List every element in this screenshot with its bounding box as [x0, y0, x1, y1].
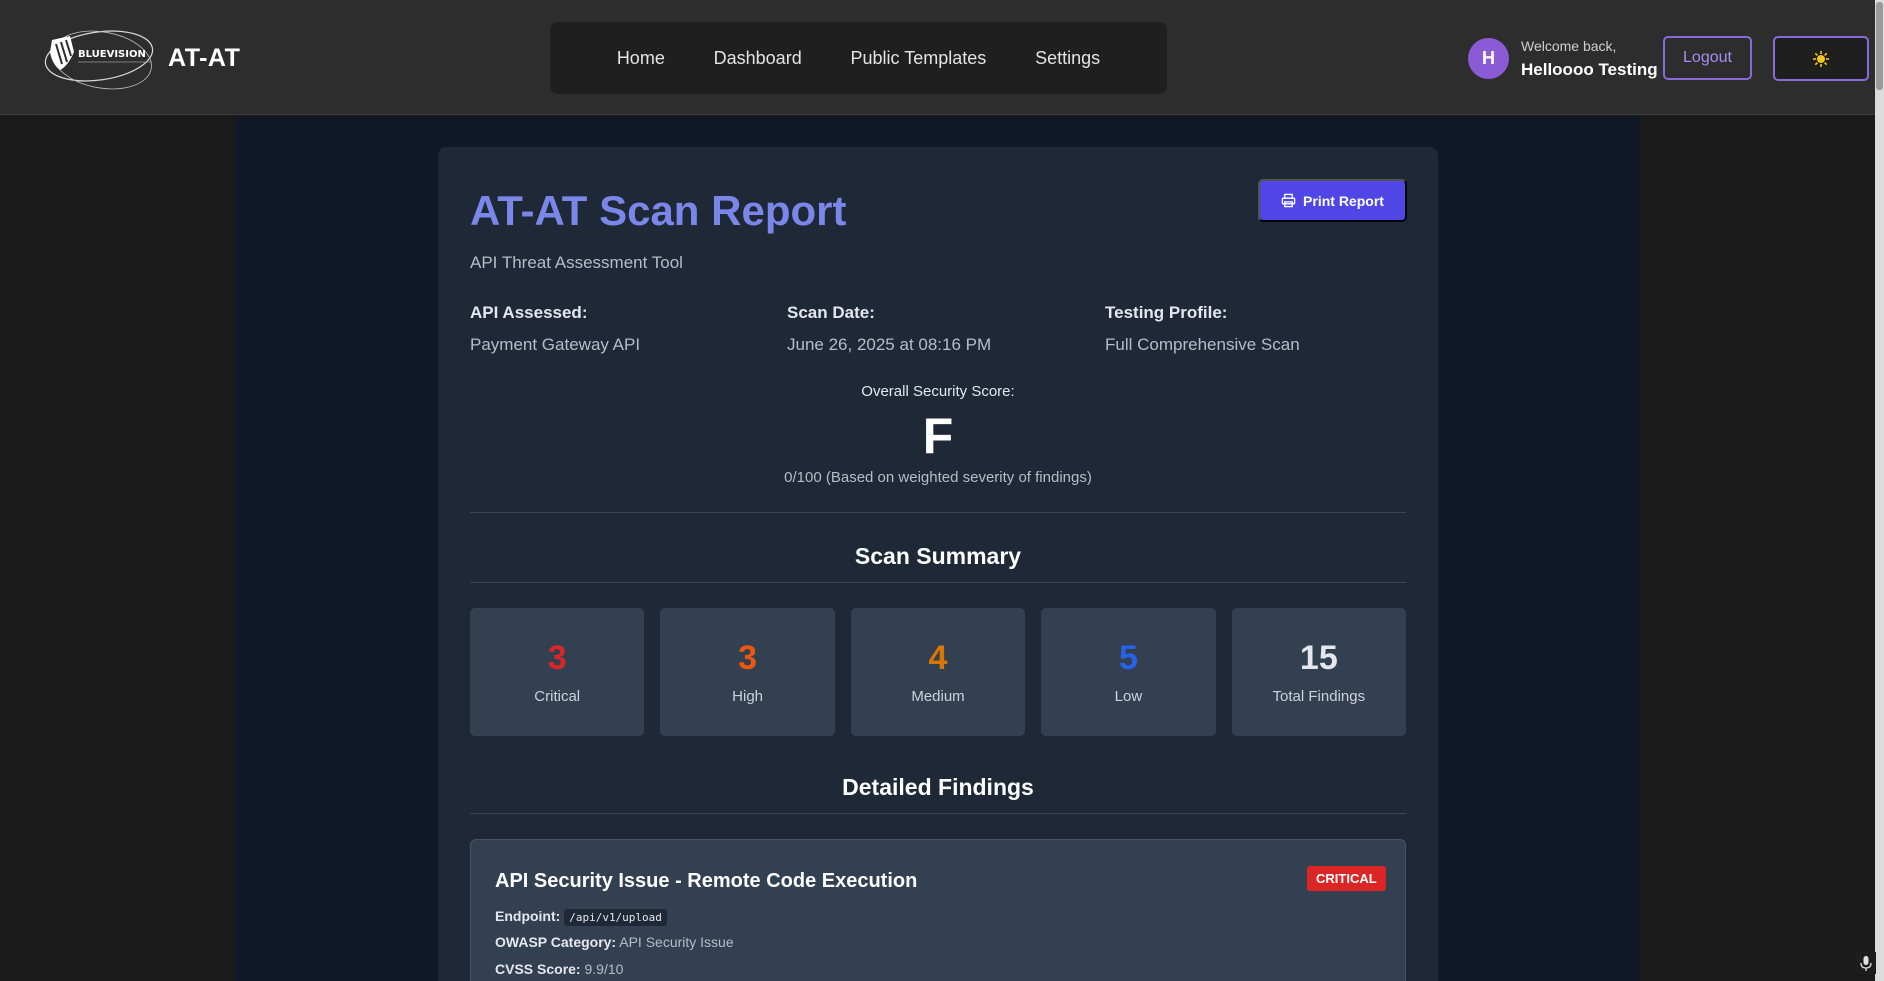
finding-card[interactable]: API Security Issue - Remote Code Executi… — [470, 839, 1406, 981]
microphone-icon[interactable] — [1856, 952, 1876, 974]
user-avatar[interactable]: H — [1468, 38, 1509, 79]
svg-text:BLUEVISION: BLUEVISION — [78, 49, 146, 60]
scan-summary-title: Scan Summary — [854, 543, 1022, 569]
finding-cvss-row: CVSS Score: 9.9/10 — [495, 961, 623, 977]
theme-toggle-button[interactable] — [1773, 36, 1869, 81]
scrollbar-thumb[interactable] — [1876, 2, 1883, 90]
cvss-label: CVSS Score: — [495, 961, 581, 977]
meta-testing-profile: Testing Profile: Full Comprehensive Scan — [1105, 303, 1405, 355]
summary-card-critical: 3 Critical — [470, 608, 645, 736]
nav-public-templates[interactable]: Public Templates — [851, 48, 987, 69]
summary-card-total: 15 Total Findings — [1231, 608, 1407, 736]
bluevision-logo[interactable]: BLUEVISION — [40, 22, 158, 94]
severity-badge: CRITICAL — [1307, 866, 1386, 891]
meta-label: API Assessed: — [470, 303, 588, 322]
divider — [470, 813, 1406, 814]
mic-glyph — [1860, 956, 1872, 971]
report-card: AT-AT Scan Report API Threat Assessment … — [438, 147, 1438, 981]
finding-owasp-row: OWASP Category: API Security Issue — [495, 934, 734, 950]
welcome-text: Welcome back, — [1521, 38, 1617, 54]
meta-value: June 26, 2025 at 08:16 PM — [787, 335, 992, 354]
summary-card-high: 3 High — [660, 608, 835, 736]
meta-value: Payment Gateway API — [470, 335, 641, 354]
logout-button[interactable]: Logout — [1663, 36, 1752, 80]
summary-count: 5 — [1118, 639, 1138, 677]
meta-value: Full Comprehensive Scan — [1105, 335, 1300, 354]
summary-label: Total Findings — [1272, 688, 1366, 705]
meta-api-assessed: API Assessed: Payment Gateway API — [470, 303, 770, 355]
summary-card-medium: 4 Medium — [850, 608, 1026, 736]
summary-count: 3 — [547, 639, 567, 677]
summary-label: Medium — [911, 688, 965, 705]
summary-count: 3 — [738, 639, 758, 677]
endpoint-label: Endpoint: — [495, 908, 561, 924]
security-score-note: 0/100 (Based on weighted severity of fin… — [784, 469, 1092, 486]
meta-label: Scan Date: — [787, 303, 875, 322]
page-scrollbar[interactable] — [1875, 0, 1884, 981]
summary-card-low: 5 Low — [1041, 608, 1216, 736]
sun-icon — [1813, 50, 1829, 67]
summary-label: Low — [1114, 688, 1143, 705]
app-brand: AT-AT — [168, 44, 241, 72]
cvss-value: 9.9/10 — [584, 961, 624, 977]
print-report-button[interactable]: Print Report — [1258, 179, 1407, 222]
printer-icon — [1281, 193, 1296, 208]
main-nav: Home Dashboard Public Templates Settings — [550, 22, 1167, 94]
security-grade: F — [922, 408, 954, 464]
nav-settings[interactable]: Settings — [1035, 48, 1100, 69]
report-subtitle: API Threat Assessment Tool — [470, 253, 683, 272]
divider — [470, 512, 1406, 513]
print-report-label: Print Report — [1303, 192, 1384, 209]
scan-summary-cards: 3 Critical 3 High 4 Medium 5 Low 15 Tota… — [470, 608, 1407, 736]
summary-count: 4 — [928, 639, 948, 677]
nav-dashboard[interactable]: Dashboard — [714, 48, 802, 69]
meta-scan-date: Scan Date: June 26, 2025 at 08:16 PM — [787, 303, 1087, 355]
top-header: BLUEVISION AT-AT Home Dashboard Public T… — [0, 0, 1875, 115]
summary-label: High — [732, 688, 764, 705]
finding-endpoint-row: Endpoint: /api/v1/upload — [495, 908, 667, 926]
finding-title: API Security Issue - Remote Code Executi… — [495, 870, 918, 892]
security-score-label: Overall Security Score: — [861, 383, 1015, 400]
summary-label: Critical — [534, 688, 581, 705]
meta-label: Testing Profile: — [1105, 303, 1228, 322]
report-title: AT-AT Scan Report — [470, 187, 847, 234]
nav-home[interactable]: Home — [617, 48, 665, 69]
divider — [470, 582, 1406, 583]
owasp-label: OWASP Category: — [495, 934, 617, 950]
owasp-value: API Security Issue — [619, 934, 734, 950]
user-name: Helloooo Testing — [1521, 60, 1658, 79]
detailed-findings-title: Detailed Findings — [842, 774, 1034, 800]
summary-count: 15 — [1299, 639, 1338, 677]
endpoint-value: /api/v1/upload — [564, 909, 667, 926]
